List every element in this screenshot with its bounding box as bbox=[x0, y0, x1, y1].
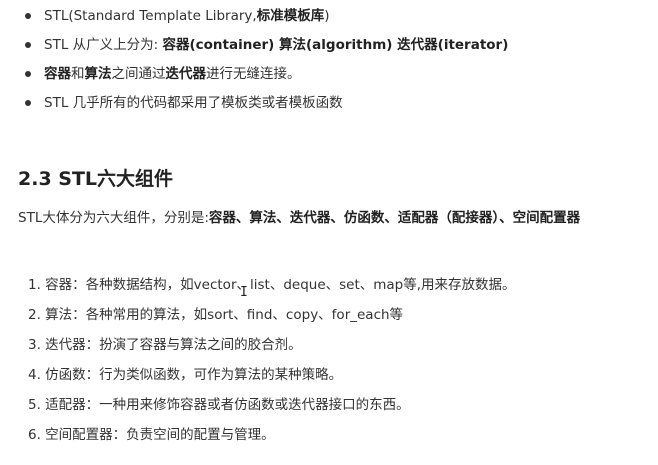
intro-bullet-list: STL(Standard Template Library,标准模板库) STL… bbox=[22, 6, 642, 122]
bullet-dot-icon bbox=[25, 42, 31, 48]
component-item: 3. 迭代器：扮演了容器与算法之间的胶合剂。 bbox=[28, 337, 302, 353]
bullet-bold-text: 算法 bbox=[84, 66, 112, 82]
intro-bold-text: 容器、算法、迭代器、仿函数、适配器（配接器）、空间配置器 bbox=[208, 210, 581, 226]
bullet-dot-icon bbox=[25, 100, 31, 106]
text-cursor-icon: I bbox=[240, 285, 248, 300]
bullet-text: 进行无缝连接。 bbox=[206, 66, 301, 82]
bullet-bold-text: 标准模板库 bbox=[256, 8, 325, 24]
component-item: 2. 算法：各种常用的算法，如sort、find、copy、for_each等 bbox=[28, 307, 404, 323]
bullet-dot-icon bbox=[25, 71, 31, 77]
intro-text: STL大体分为六大组件，分别是: bbox=[18, 210, 209, 226]
bullet-text: STL 几乎所有的代码都采用了模板类或者模板函数 bbox=[44, 95, 343, 111]
bullet-bold-text: 迭代器 bbox=[165, 66, 207, 82]
components-list: 1. 容器：各种数据结构，如vector、list、deque、set、map等… bbox=[28, 274, 638, 454]
bullet-bold-text: 容器 bbox=[44, 66, 71, 82]
component-item: 6. 空间配置器：负责空间的配置与管理。 bbox=[28, 427, 275, 443]
component-item: 4. 仿函数：行为类似函数，可作为算法的某种策略。 bbox=[28, 367, 343, 383]
section-heading: 2.3 STL六大组件 bbox=[18, 168, 174, 190]
bullet-item: STL(Standard Template Library,标准模板库) bbox=[22, 6, 642, 35]
section-intro: STL大体分为六大组件，分别是:容器、算法、迭代器、仿函数、适配器（配接器）、空… bbox=[18, 207, 580, 229]
bullet-item: STL 从广义上分为: 容器(container) 算法(algorithm) … bbox=[22, 35, 642, 64]
bullet-bold-text: 容器(container) 算法(algorithm) 迭代器(iterator… bbox=[162, 37, 509, 53]
component-item: 5. 适配器：一种用来修饰容器或者仿函数或迭代器接口的东西。 bbox=[28, 397, 410, 413]
bullet-text: STL 从广义上分为: bbox=[44, 37, 163, 53]
document-page: STL(Standard Template Library,标准模板库) STL… bbox=[0, 0, 658, 465]
bullet-text: 和 bbox=[71, 66, 85, 82]
bullet-text: STL(Standard Template Library, bbox=[44, 8, 257, 24]
bullet-dot-icon bbox=[25, 13, 31, 19]
component-item: 1. 容器：各种数据结构，如vector、list、deque、set、map等… bbox=[28, 277, 516, 293]
bullet-item: 容器和算法之间通过迭代器进行无缝连接。 bbox=[22, 64, 642, 93]
bullet-text: ) bbox=[324, 8, 330, 24]
bullet-item: STL 几乎所有的代码都采用了模板类或者模板函数 bbox=[22, 93, 642, 122]
bullet-text: 之间通过 bbox=[111, 66, 166, 82]
